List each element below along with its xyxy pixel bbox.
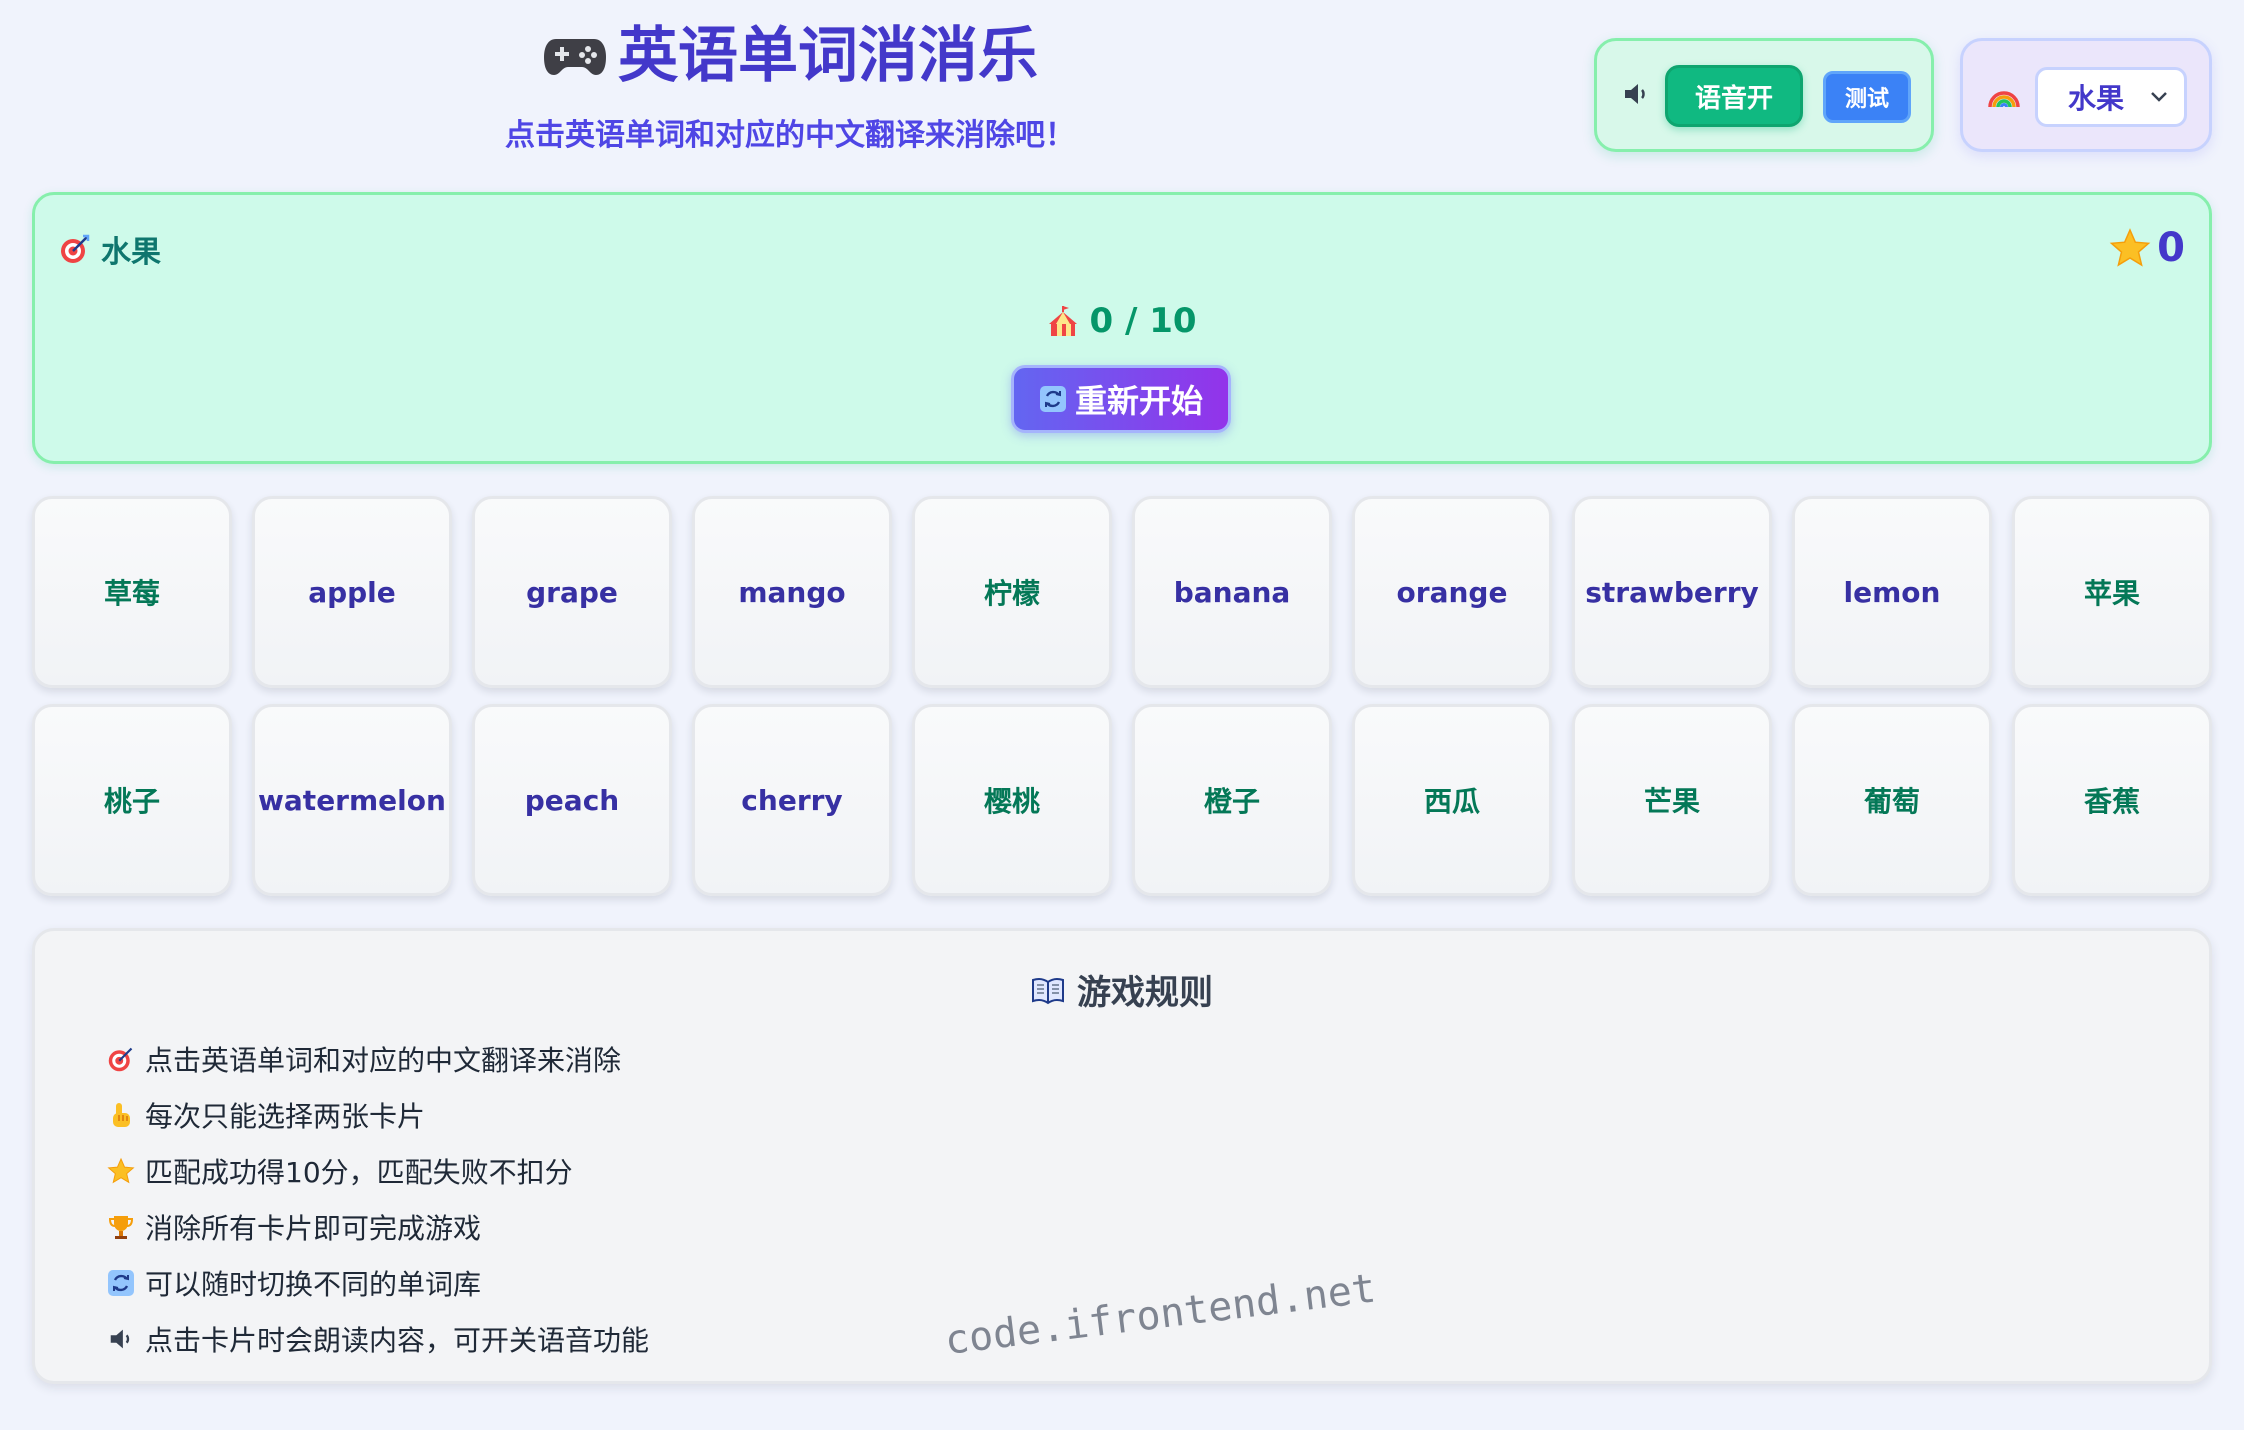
progress-value: 0 / 10 [1089, 301, 1197, 341]
word-card[interactable]: 橙子 [1132, 704, 1332, 896]
chevron-down-icon [2151, 92, 2167, 102]
restart-button-label: 重新开始 [1074, 382, 1203, 420]
word-card[interactable]: 苹果 [2012, 496, 2212, 688]
category-panel: 水果 [1960, 38, 2212, 152]
rules-title: 游戏规则 [35, 965, 2209, 1014]
word-card[interactable]: cherry [692, 704, 892, 896]
word-card[interactable]: 葡萄 [1792, 704, 1992, 896]
open-book-icon [1032, 977, 1064, 1004]
word-card[interactable]: banana [1132, 496, 1332, 688]
current-category-label: 水果 [101, 235, 161, 270]
rule-item: 消除所有卡片即可完成游戏 [107, 1199, 649, 1255]
word-card[interactable]: 樱桃 [912, 704, 1112, 896]
word-card[interactable]: apple [252, 496, 452, 688]
trophy-icon [108, 1216, 134, 1239]
speaker-icon [110, 1329, 130, 1349]
voice-control-panel: 语音开 测试 [1594, 38, 1934, 152]
score-display: 0 [2109, 223, 2185, 273]
rule-item: 可以随时切换不同的单词库 [107, 1255, 649, 1311]
rule-text: 每次只能选择两张卡片 [145, 1100, 426, 1133]
page-subtitle: 点击英语单词和对应的中文翻译来消除吧！ [505, 118, 1075, 153]
rules-list: 点击英语单词和对应的中文翻译来消除 每次只能选择两张卡片 匹配成功得10分，匹配… [107, 1031, 649, 1367]
page-title: 英语单词消消乐 [490, 14, 1090, 98]
word-card[interactable]: watermelon [252, 704, 452, 896]
game-status-panel: 水果 0 0 / 10 重新开始 [32, 192, 2212, 464]
word-card[interactable]: orange [1352, 496, 1552, 688]
rule-text: 点击英语单词和对应的中文翻译来消除 [145, 1044, 622, 1077]
gamepad-icon [544, 39, 606, 76]
pointing-hand-icon [113, 1103, 130, 1127]
voice-test-button[interactable]: 测试 [1823, 71, 1911, 123]
category-select-value: 水果 [2068, 82, 2125, 115]
speaker-icon [1625, 84, 1645, 104]
rule-text: 可以随时切换不同的单词库 [145, 1268, 482, 1301]
word-card[interactable]: 草莓 [32, 496, 232, 688]
refresh-icon [1039, 386, 1066, 412]
voice-toggle-button[interactable]: 语音开 [1665, 65, 1803, 127]
word-card[interactable]: 香蕉 [2012, 704, 2212, 896]
rule-item: 点击卡片时会朗读内容，可开关语音功能 [107, 1311, 649, 1367]
star-icon [107, 1157, 135, 1184]
rainbow-icon [1988, 91, 2020, 108]
word-card[interactable]: mango [692, 496, 892, 688]
rule-text: 消除所有卡片即可完成游戏 [145, 1212, 482, 1245]
word-card[interactable]: 柠檬 [912, 496, 1112, 688]
refresh-icon [108, 1270, 134, 1296]
word-card[interactable]: 西瓜 [1352, 704, 1552, 896]
word-card[interactable]: grape [472, 496, 672, 688]
word-card[interactable]: strawberry [1572, 496, 1772, 688]
page-title-text: 英语单词消消乐 [618, 21, 1038, 91]
score-value: 0 [2157, 225, 2185, 271]
progress-display: 0 / 10 [35, 301, 2209, 341]
target-icon [108, 1047, 133, 1072]
circus-tent-icon [1049, 306, 1078, 336]
rule-item: 点击英语单词和对应的中文翻译来消除 [107, 1031, 649, 1087]
rule-item: 每次只能选择两张卡片 [107, 1087, 649, 1143]
word-card[interactable]: lemon [1792, 496, 1992, 688]
rules-title-text: 游戏规则 [1077, 973, 1213, 1013]
category-select[interactable]: 水果 [2035, 67, 2187, 127]
restart-button[interactable]: 重新开始 [1011, 365, 1231, 433]
star-icon [2109, 228, 2151, 267]
rule-text: 匹配成功得10分，匹配失败不扣分 [145, 1156, 573, 1189]
rule-item: 匹配成功得10分，匹配失败不扣分 [107, 1143, 649, 1199]
word-card[interactable]: 桃子 [32, 704, 232, 896]
word-card[interactable]: 芒果 [1572, 704, 1772, 896]
rule-text: 点击卡片时会朗读内容，可开关语音功能 [145, 1324, 650, 1357]
current-category: 水果 [59, 229, 161, 270]
word-card[interactable]: peach [472, 704, 672, 896]
card-grid: 草莓 apple grape mango 柠檬 banana orange st… [32, 496, 2212, 896]
target-icon [61, 234, 90, 263]
